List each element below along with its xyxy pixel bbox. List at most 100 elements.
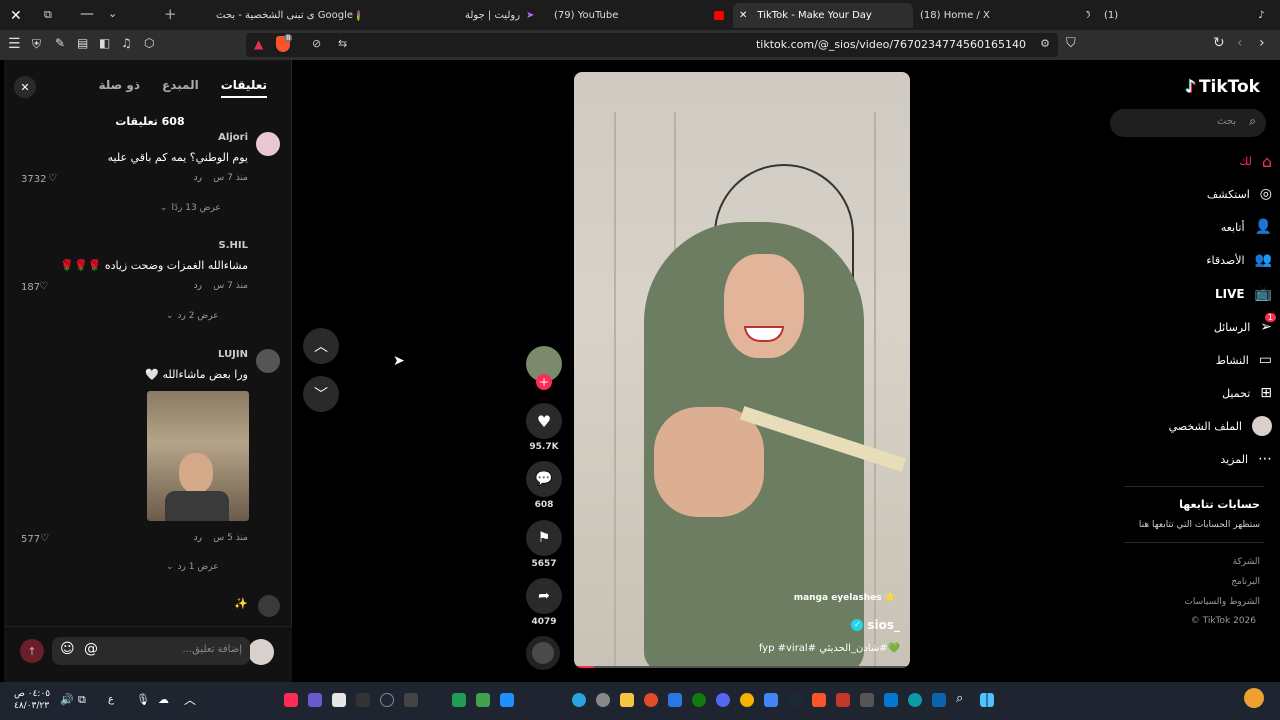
app-icon[interactable] (740, 693, 754, 707)
translate-icon[interactable]: ⇆ (338, 37, 347, 50)
close-comments-icon[interactable]: ✕ (14, 76, 36, 98)
pin-icon[interactable]: ✎ (55, 36, 65, 50)
outlook-icon[interactable] (932, 693, 946, 707)
discord-icon[interactable] (716, 693, 730, 707)
no-translate-icon[interactable]: ⊘ (312, 37, 321, 50)
tab-comments[interactable]: تعليقات (220, 78, 267, 98)
shield-icon[interactable]: ⛨ (32, 37, 41, 52)
tab-creator[interactable]: المبدع (162, 78, 199, 98)
sidebar-icon[interactable]: ◧ (99, 36, 110, 50)
creator-avatar-button[interactable]: + (526, 346, 562, 390)
tab-google[interactable]: ى تبنى الشخصية - بحث Google (200, 3, 360, 28)
excel-icon[interactable] (452, 693, 466, 707)
bookmark-icon[interactable]: ⛉ (1066, 36, 1076, 51)
nav-messages[interactable]: ➢ 1 الرسائل (1214, 313, 1276, 339)
footer-link[interactable]: الشروط والسياسات (1184, 597, 1260, 607)
previous-video-button[interactable]: ︿ (303, 328, 339, 364)
save-button[interactable]: ⚑ 5657 (526, 520, 562, 569)
like-icon[interactable]: ♡ (48, 173, 57, 184)
app-icon[interactable] (356, 693, 370, 707)
comment-button[interactable]: 💬 608 (526, 461, 562, 510)
store-icon[interactable] (884, 693, 898, 707)
app-icon[interactable] (404, 693, 418, 707)
tab-related[interactable]: ذو صلة (98, 78, 140, 98)
address-bar[interactable]: ▲ 8 ⊘ ⇆ tiktok.com/@_sios/video/76702347… (246, 33, 1058, 57)
tab-other[interactable]: (1) ♪ (1100, 3, 1275, 28)
next-video-button[interactable]: ﹀ (303, 376, 339, 412)
avatar[interactable] (256, 349, 280, 373)
search-icon[interactable]: ⌕ (956, 691, 963, 706)
effect-sticker[interactable]: manga eyelashes ⭐ (794, 593, 896, 603)
video-author[interactable]: ✓ sios_ (851, 618, 900, 632)
tab-x[interactable]: (18) Home / X 𝕏 (920, 3, 1090, 28)
view-replies[interactable]: عرض 2 رد ⌄ (166, 311, 219, 321)
tiktok-logo[interactable]: ♪ TikTok (1185, 77, 1260, 97)
comment-input[interactable]: إضافة تعليق... ☺ @ (52, 637, 250, 665)
nav-friends[interactable]: 👥 الأصدقاء (1206, 248, 1272, 272)
view-replies[interactable]: عرض 13 ردًا ⌄ (160, 203, 221, 213)
music-icon[interactable]: ♫ (121, 36, 132, 50)
like-icon[interactable]: ♡ (39, 281, 48, 292)
brave-rewards-icon[interactable]: ▲ (254, 37, 263, 51)
app-icon[interactable] (620, 693, 634, 707)
search-icon[interactable]: ⌕ (1249, 114, 1256, 129)
view-replies[interactable]: عرض 1 رد ⌄ (166, 562, 219, 572)
reply-button[interactable]: رد (194, 281, 202, 291)
tab-tiktok[interactable]: ✕ TikTok - Make Your Day ♪ (733, 3, 913, 28)
avatar[interactable] (256, 132, 280, 156)
volume-icon[interactable]: 🔊 (60, 693, 74, 706)
emoji-icon[interactable]: ☺ (60, 641, 75, 657)
chevron-down-icon[interactable]: ⌄ (108, 7, 117, 20)
reply-button[interactable]: رد (194, 173, 202, 183)
comment-user[interactable]: Aljori (218, 132, 248, 143)
app-icon[interactable] (668, 693, 682, 707)
tab-search-icon[interactable]: ⧉ (44, 8, 52, 22)
url-text[interactable]: tiktok.com/@_sios/video/7670234774560165… (756, 38, 1026, 51)
widgets-icon[interactable] (1244, 688, 1264, 708)
nav-for-you[interactable]: ⌂ لك (1239, 149, 1272, 173)
nav-profile[interactable]: الملف الشخصي (1169, 414, 1272, 438)
app-icon[interactable] (860, 693, 874, 707)
tray-chevron-icon[interactable]: ︿ (184, 691, 196, 708)
app-icon[interactable] (476, 693, 490, 707)
reload-icon[interactable]: ↻ (1213, 35, 1225, 51)
brave-icon[interactable] (812, 693, 826, 707)
like-icon[interactable]: ♡ (40, 533, 49, 544)
mention-icon[interactable]: @ (84, 641, 98, 657)
nav-activity[interactable]: ▭ النشاط (1216, 348, 1272, 372)
tab-youtube[interactable]: (79) YouTube (554, 3, 724, 28)
reader-icon[interactable]: ▤ (77, 36, 88, 50)
footer-link[interactable]: الشركة (1233, 557, 1260, 567)
forward-icon[interactable]: ‹ (1237, 35, 1243, 51)
close-window-icon[interactable]: ✕ (10, 8, 22, 24)
steam-icon[interactable] (788, 693, 802, 707)
search-box[interactable]: ⌕ بحث (1110, 109, 1266, 137)
app-icon[interactable] (500, 693, 514, 707)
file-icon[interactable] (332, 693, 346, 707)
footer-link[interactable]: البرنامج (1231, 577, 1260, 587)
comment-image[interactable] (147, 391, 249, 521)
app-icon[interactable] (596, 693, 610, 707)
tab-roulette[interactable]: روليت | جولة ➤ (465, 3, 545, 28)
back-icon[interactable]: › (1259, 35, 1265, 51)
nav-more[interactable]: ⋯ المزيد (1220, 447, 1272, 471)
avatar[interactable] (258, 595, 280, 617)
app-icon[interactable] (644, 693, 658, 707)
tiktok-app-icon[interactable] (284, 693, 298, 707)
new-tab-icon[interactable]: + (164, 5, 177, 23)
nav-explore[interactable]: ◎ استكشف (1207, 182, 1272, 206)
share-button[interactable]: ➦ 4079 (526, 578, 562, 627)
telegram-icon[interactable] (572, 693, 586, 707)
app-icon[interactable] (308, 693, 322, 707)
menu-icon[interactable]: ☰ (8, 36, 21, 52)
minimize-icon[interactable]: — (80, 6, 94, 22)
site-settings-icon[interactable]: ⚙ (1040, 37, 1050, 50)
post-comment-button[interactable]: ↑ (20, 639, 44, 663)
nav-upload[interactable]: ⊞ تحميل (1222, 381, 1272, 405)
like-button[interactable]: ♥ 95.7K (526, 403, 562, 452)
comment-user[interactable]: S.HIL (219, 240, 248, 251)
app-icon[interactable] (836, 693, 850, 707)
windows-start-icon[interactable] (980, 693, 994, 707)
video-player[interactable]: manga eyelashes ⭐ ✓ sios_ 💚#شادن_الحديثي… (574, 72, 910, 668)
sound-button[interactable] (526, 636, 562, 670)
